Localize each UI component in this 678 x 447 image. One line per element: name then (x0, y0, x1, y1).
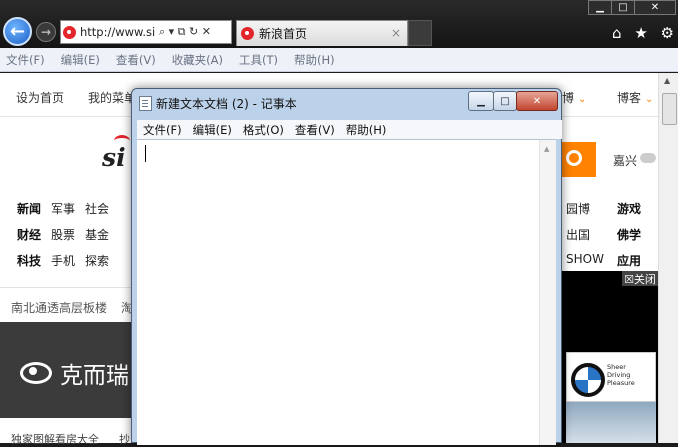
nav-military[interactable]: 军事 (51, 200, 75, 217)
nav-society[interactable]: 社会 (85, 200, 109, 217)
notepad-maximize-button[interactable]: □ (493, 91, 517, 111)
scroll-up-arrow-icon[interactable]: ▲ (544, 145, 549, 153)
cric-logo: 克而瑞 (20, 356, 129, 390)
tab-sina-home[interactable]: 新浪首页 × (236, 20, 408, 46)
search-button[interactable] (556, 142, 596, 177)
weibo-link[interactable]: 博 ⌄ (562, 89, 586, 106)
browser-menubar: 文件(F) 编辑(E) 查看(V) 收藏夹(A) 工具(T) 帮助(H) (0, 48, 678, 72)
blog-link[interactable]: 博客 ⌄ (617, 89, 653, 106)
bottom-extra-link[interactable]: 抄 (119, 431, 130, 447)
menu-edit[interactable]: 编辑(E) (61, 52, 100, 68)
weather-city: 嘉兴 (613, 154, 638, 168)
window-maximize-button[interactable]: □ (611, 0, 635, 15)
house-guide-link[interactable]: 独家图解看房大全 (11, 431, 99, 447)
sina-favicon-icon (63, 25, 76, 39)
notepad-scrollbar[interactable]: ▲ (539, 140, 556, 445)
forward-arrow-icon: → (40, 25, 52, 39)
forward-button[interactable]: → (36, 22, 56, 42)
car-image (566, 402, 656, 443)
browser-right-icons: ⌂ ★ ⚙ (612, 24, 678, 44)
menu-tools[interactable]: 工具(T) (239, 52, 278, 68)
nav-stocks[interactable]: 股票 (51, 226, 75, 243)
notepad-menu-edit[interactable]: 编辑(E) (193, 122, 232, 138)
scroll-up-arrow-icon[interactable]: ▲ (664, 76, 670, 85)
text-caret (145, 145, 146, 162)
bmw-slogan: Sheer Driving Pleasure (607, 363, 635, 387)
page-scrollbar[interactable]: ▲ (658, 73, 678, 443)
cric-ad-banner[interactable]: 克而瑞 (0, 322, 135, 418)
eye-icon (20, 362, 52, 384)
cloud-icon (640, 153, 656, 163)
bmw-ad-card[interactable]: Sheer Driving Pleasure (566, 352, 656, 402)
notepad-title: 新建文本文档 (2) - 记事本 (156, 97, 297, 111)
back-button[interactable]: ← (3, 17, 32, 46)
set-homepage-link[interactable]: 设为首页 (16, 89, 64, 106)
house-ad-link[interactable]: 南北通透高层板楼 (11, 299, 107, 316)
nav-show[interactable]: SHOW (566, 252, 604, 266)
nav-mobile[interactable]: 手机 (51, 252, 75, 269)
back-arrow-icon: ← (9, 21, 26, 42)
address-bar[interactable]: http://www.si... ⌕ ▾ ⧉ ↻ ✕ (60, 20, 232, 44)
notepad-minimize-button[interactable]: ▁ (468, 91, 494, 111)
nav-apps[interactable]: 应用 (617, 252, 641, 269)
nav-explore[interactable]: 探索 (85, 252, 109, 269)
tab-close-icon[interactable]: × (391, 26, 401, 40)
nav-finance[interactable]: 财经 (17, 226, 41, 243)
menu-favorites[interactable]: 收藏夹(A) (172, 52, 223, 68)
menu-view[interactable]: 查看(V) (116, 52, 156, 68)
notepad-menu-view[interactable]: 查看(V) (295, 122, 335, 138)
nav-games[interactable]: 游戏 (617, 200, 641, 217)
nav-expo[interactable]: 园博 (566, 200, 590, 217)
my-menu-link[interactable]: 我的菜单 (88, 89, 136, 106)
nav-tech[interactable]: 科技 (17, 252, 41, 269)
gear-icon[interactable]: ⚙ (661, 24, 674, 44)
notepad-menu-help[interactable]: 帮助(H) (346, 122, 387, 138)
bmw-logo-icon (571, 363, 605, 397)
menu-file[interactable]: 文件(F) (6, 52, 45, 68)
favorites-star-icon[interactable]: ★ (634, 24, 647, 44)
bottom-links: 独家图解看房大全 抄 (0, 418, 135, 446)
nav-funds[interactable]: 基金 (85, 226, 109, 243)
notepad-icon (139, 96, 152, 111)
notepad-close-button[interactable]: ✕ (516, 91, 558, 111)
menu-help[interactable]: 帮助(H) (294, 52, 335, 68)
close-ad-button[interactable]: ☒关闭 (622, 271, 658, 286)
home-icon[interactable]: ⌂ (612, 24, 622, 44)
scroll-thumb[interactable] (662, 93, 677, 125)
nav-buddhism[interactable]: 佛学 (617, 226, 641, 243)
window-close-button[interactable]: ✕ (634, 0, 676, 15)
tab-title: 新浪首页 (259, 27, 308, 41)
window-minimize-button[interactable]: ▁ (588, 0, 612, 15)
nav-news[interactable]: 新闻 (17, 200, 41, 217)
notepad-menu-format[interactable]: 格式(O) (243, 122, 284, 138)
nav-abroad[interactable]: 出国 (566, 226, 590, 243)
chevron-down-icon: ⌄ (578, 94, 587, 105)
notepad-menubar: 文件(F) 编辑(E) 格式(O) 查看(V) 帮助(H) (137, 120, 562, 139)
address-url[interactable]: http://www.si... (80, 25, 156, 39)
new-tab-button[interactable] (408, 20, 432, 46)
sina-favicon-icon (241, 27, 254, 40)
notepad-window[interactable]: 新建文本文档 (2) - 记事本 ▁ □ ✕ 文件(F) 编辑(E) 格式(O)… (131, 88, 562, 445)
house-ad-bar: 南北通透高层板楼 淘 (0, 287, 135, 322)
notepad-text-area[interactable]: ▲ (137, 139, 556, 445)
chevron-down-icon: ⌄ (645, 94, 654, 105)
address-controls[interactable]: ⌕ ▾ ⧉ ↻ ✕ (159, 25, 211, 39)
notepad-menu-file[interactable]: 文件(F) (143, 122, 182, 138)
